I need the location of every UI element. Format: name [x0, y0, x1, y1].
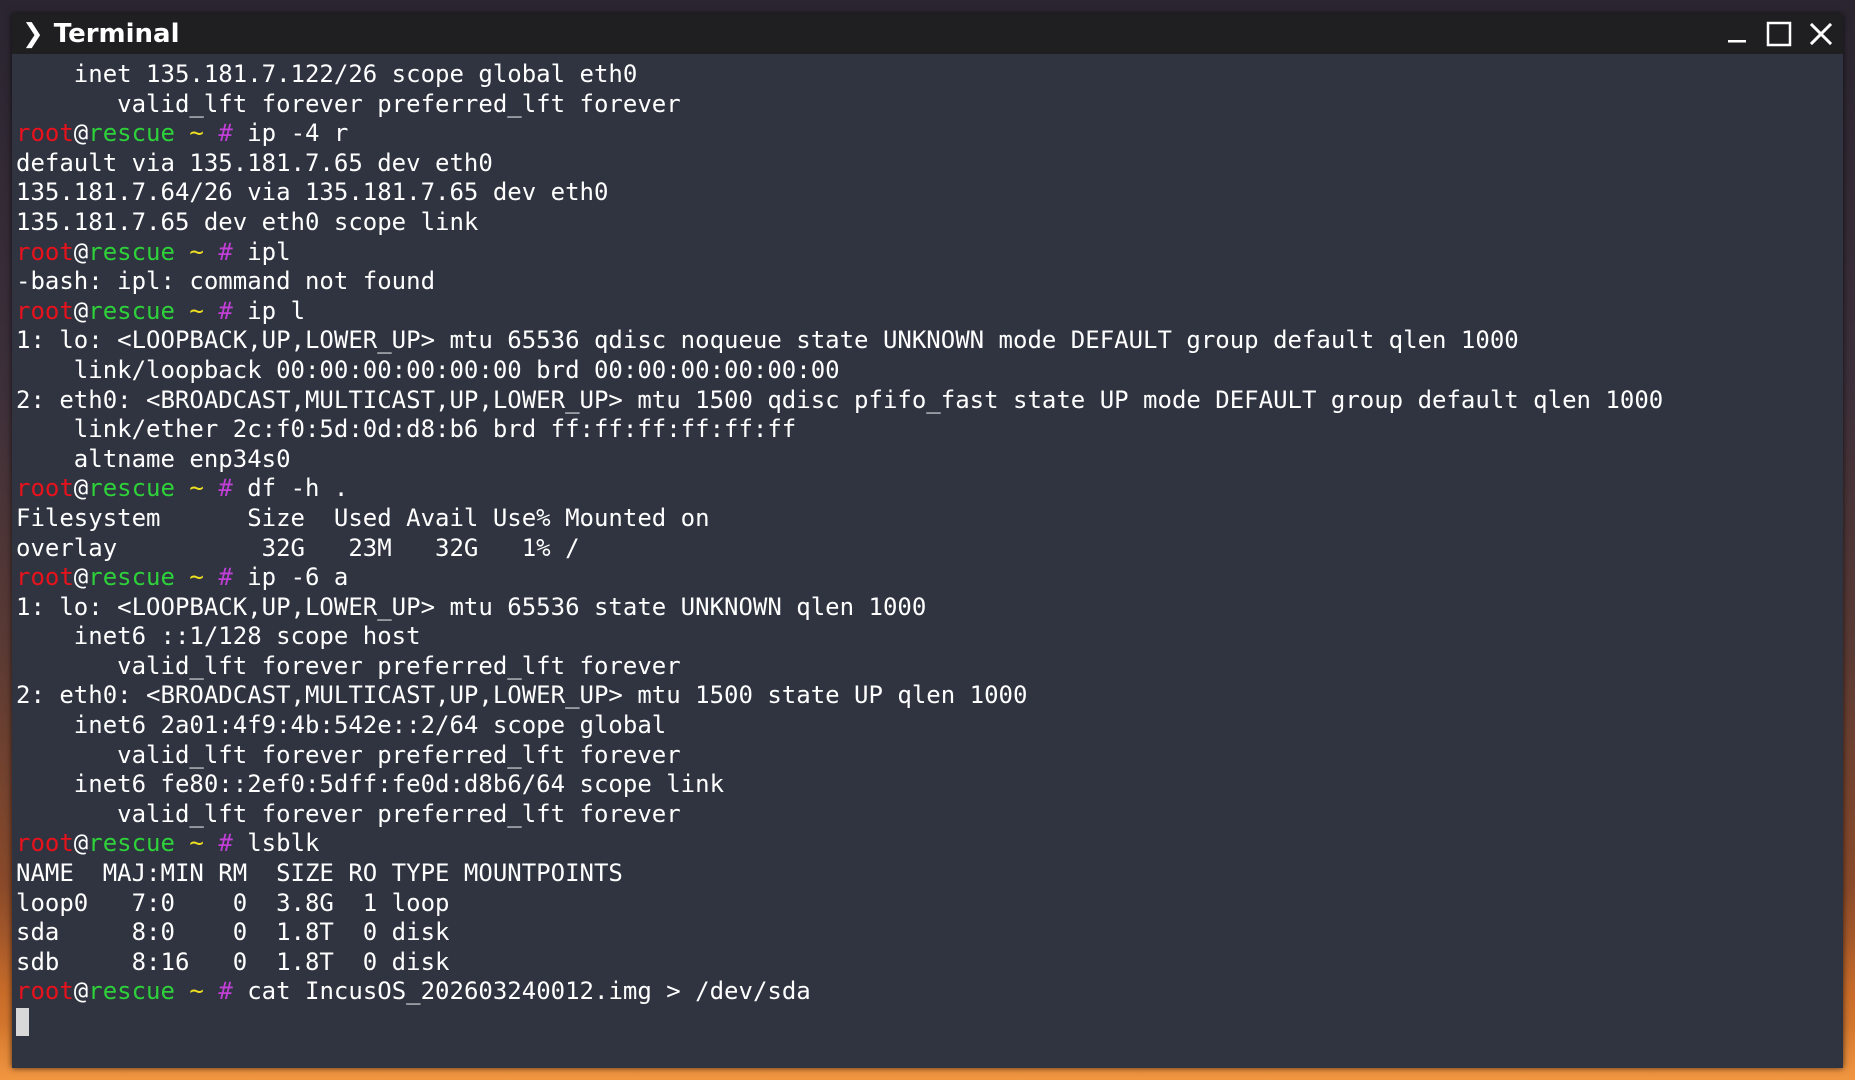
output-line: default via 135.181.7.65 dev eth0 [16, 148, 493, 177]
output-line: valid_lft forever preferred_lft forever [16, 651, 681, 680]
prompt-host: rescue [88, 829, 175, 858]
output-line: sdb 8:16 0 1.8T 0 disk [16, 947, 450, 976]
title-group: ❯ Terminal [22, 19, 180, 49]
terminal-output[interactable]: inet 135.181.7.122/26 scope global eth0 … [12, 54, 1843, 1068]
prompt-line: root@rescue ~ # lsblk [16, 829, 1843, 859]
output-line: 2: eth0: <BROADCAST,MULTICAST,UP,LOWER_U… [16, 385, 1664, 414]
command-text: ip l [247, 296, 306, 325]
prompt-host: rescue [88, 296, 175, 325]
command-text: lsblk [247, 829, 320, 858]
title-bar[interactable]: ❯ Terminal [12, 14, 1843, 54]
output-line: altname enp34s0 [16, 444, 291, 473]
prompt-at: @ [73, 563, 89, 592]
prompt-user: root [16, 563, 74, 592]
prompt-at: @ [73, 237, 89, 266]
output-line: link/loopback 00:00:00:00:00:00 brd 00:0… [16, 355, 840, 384]
prompt-user: root [16, 237, 74, 266]
prompt-symbol: # [218, 977, 233, 1006]
close-button[interactable] [1807, 20, 1835, 48]
prompt-user: root [16, 977, 74, 1006]
prompt-line: root@rescue ~ # cat IncusOS_202603240012… [16, 977, 1843, 1007]
prompt-path: ~ [189, 119, 204, 148]
prompt-symbol: # [218, 474, 233, 503]
command-text: ip -4 r [247, 119, 349, 148]
prompt-path: ~ [189, 237, 204, 266]
prompt-host: rescue [88, 474, 175, 503]
output-line: 1: lo: <LOOPBACK,UP,LOWER_UP> mtu 65536 … [16, 326, 1519, 355]
prompt-host: rescue [88, 563, 175, 592]
prompt-path: ~ [189, 474, 204, 503]
output-line: 1: lo: <LOOPBACK,UP,LOWER_UP> mtu 65536 … [16, 592, 927, 621]
prompt-line: root@rescue ~ # ip -4 r [16, 119, 1843, 149]
terminal-prompt-icon: ❯ [22, 19, 44, 49]
output-line: -bash: ipl: command not found [16, 267, 436, 296]
output-line: inet6 2a01:4f9:4b:542e::2/64 scope globa… [16, 711, 667, 740]
prompt-path: ~ [189, 296, 204, 325]
output-line: 135.181.7.64/26 via 135.181.7.65 dev eth… [16, 178, 609, 207]
text-cursor [16, 1008, 29, 1036]
prompt-symbol: # [218, 296, 233, 325]
terminal-window[interactable]: ❯ Terminal inet 135.181.7.122/26 scope g… [12, 14, 1843, 1068]
output-line: inet6 ::1/128 scope host [16, 622, 421, 651]
prompt-line: root@rescue ~ # ipl [16, 238, 1843, 268]
minimize-icon [1728, 40, 1746, 43]
prompt-symbol: # [218, 563, 233, 592]
prompt-at: @ [73, 296, 89, 325]
window-controls [1723, 20, 1835, 48]
prompt-symbol: # [218, 237, 233, 266]
command-text: df -h . [247, 474, 349, 503]
command-text: cat IncusOS_202603240012.img > /dev/sda [247, 977, 811, 1006]
output-line: overlay 32G 23M 32G 1% / [16, 533, 580, 562]
prompt-path: ~ [189, 829, 204, 858]
prompt-line: root@rescue ~ # df -h . [16, 474, 1843, 504]
prompt-host: rescue [88, 237, 175, 266]
output-line: valid_lft forever preferred_lft forever [16, 89, 681, 118]
prompt-path: ~ [189, 977, 204, 1006]
prompt-host: rescue [88, 119, 175, 148]
window-title: Terminal [53, 19, 180, 49]
prompt-symbol: # [218, 119, 233, 148]
prompt-at: @ [73, 474, 89, 503]
maximize-icon [1766, 21, 1792, 47]
prompt-path: ~ [189, 563, 204, 592]
prompt-line: root@rescue ~ # ip -6 a [16, 563, 1843, 593]
prompt-host: rescue [88, 977, 175, 1006]
output-line: sda 8:0 0 1.8T 0 disk [16, 918, 450, 947]
output-line: loop0 7:0 0 3.8G 1 loop [16, 888, 450, 917]
output-line: valid_lft forever preferred_lft forever [16, 799, 681, 828]
prompt-at: @ [73, 977, 89, 1006]
prompt-at: @ [73, 119, 89, 148]
output-line: 135.181.7.65 dev eth0 scope link [16, 207, 479, 236]
prompt-user: root [16, 119, 74, 148]
prompt-user: root [16, 829, 74, 858]
output-line: Filesystem Size Used Avail Use% Mounted … [16, 503, 710, 532]
prompt-at: @ [73, 829, 89, 858]
output-line: link/ether 2c:f0:5d:0d:d8:b6 brd ff:ff:f… [16, 415, 797, 444]
command-text: ip -6 a [247, 563, 349, 592]
output-line: NAME MAJ:MIN RM SIZE RO TYPE MOUNTPOINTS [16, 859, 623, 888]
prompt-line: root@rescue ~ # ip l [16, 297, 1843, 327]
prompt-user: root [16, 296, 74, 325]
output-line: inet6 fe80::2ef0:5dff:fe0d:d8b6/64 scope… [16, 770, 725, 799]
output-line: valid_lft forever preferred_lft forever [16, 740, 681, 769]
minimize-button[interactable] [1723, 20, 1751, 48]
output-line: 2: eth0: <BROADCAST,MULTICAST,UP,LOWER_U… [16, 681, 1028, 710]
input-line [16, 1007, 1843, 1037]
close-icon [1809, 22, 1833, 46]
maximize-button[interactable] [1765, 20, 1793, 48]
prompt-symbol: # [218, 829, 233, 858]
output-line: inet 135.181.7.122/26 scope global eth0 [16, 60, 638, 88]
prompt-user: root [16, 474, 74, 503]
command-text: ipl [247, 237, 291, 266]
